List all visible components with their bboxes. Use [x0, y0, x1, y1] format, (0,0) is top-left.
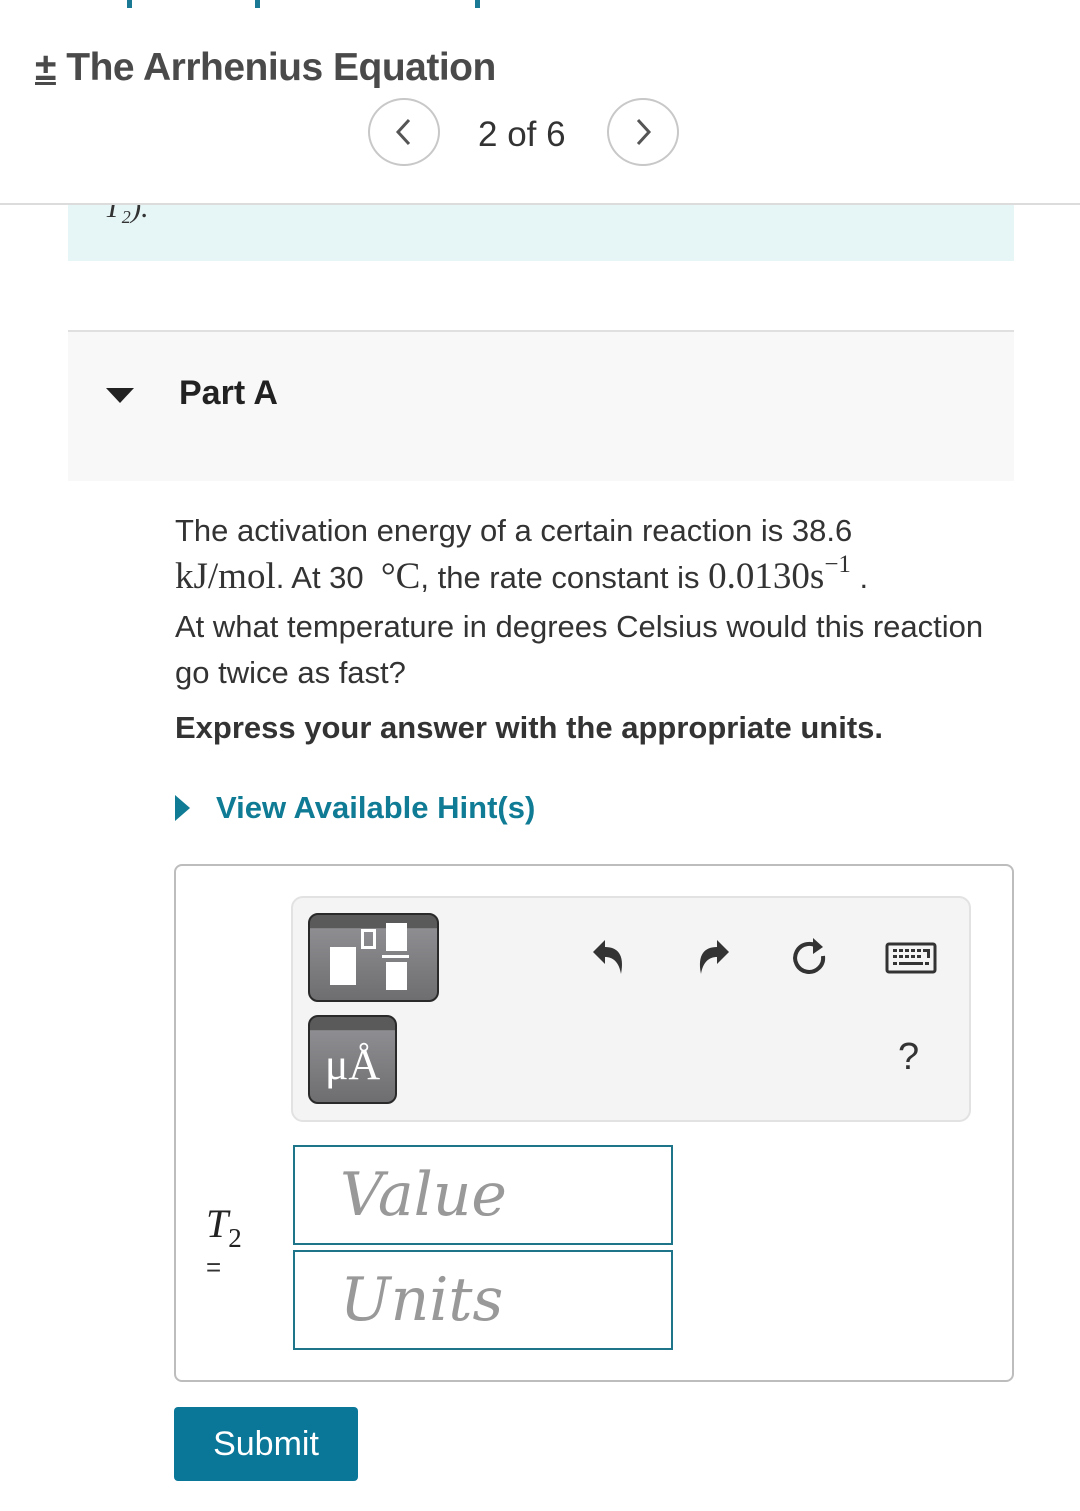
intro-text-fragment: T₂). — [104, 205, 149, 224]
undo-icon — [593, 940, 623, 974]
redo-icon — [699, 940, 729, 974]
value-input[interactable] — [293, 1145, 673, 1245]
question-text: The activation energy of a certain react… — [175, 508, 1005, 696]
keyboard-icon — [885, 942, 937, 974]
question-at-text: . At 30 — [275, 560, 364, 595]
redo-button[interactable] — [691, 936, 733, 978]
rate-exponent: −1 — [824, 551, 851, 578]
answer-variable: T2 — [206, 1200, 242, 1253]
activation-energy-unit: kJ/mol — [175, 556, 276, 597]
reset-icon — [793, 938, 826, 974]
caret-right-icon — [175, 795, 190, 821]
answer-instruction: Express your answer with the appropriate… — [175, 710, 884, 745]
variable-name: T — [206, 1201, 229, 1246]
pagination-count: 2 of 6 — [478, 115, 566, 154]
view-hints-link[interactable]: View Available Hint(s) — [175, 790, 535, 826]
question-line-1: The activation energy of a certain react… — [175, 513, 853, 548]
units-input[interactable] — [293, 1250, 673, 1350]
math-toolbar: μÅ ? — [291, 896, 971, 1122]
help-button[interactable]: ? — [898, 1036, 919, 1079]
units-button[interactable]: μÅ — [308, 1015, 397, 1104]
part-label: Part A — [179, 374, 278, 412]
equals-sign: = — [206, 1252, 222, 1282]
intro-info-band: T₂). — [68, 205, 1014, 261]
templates-button[interactable] — [308, 913, 439, 1002]
units-icon: μÅ — [324, 1040, 381, 1089]
cut-off-text-fragment — [475, 0, 480, 8]
hint-label: View Available Hint(s) — [216, 790, 536, 825]
cut-off-text-fragment — [255, 0, 260, 8]
undo-button[interactable] — [589, 936, 631, 978]
question-line-3: At what temperature in degrees Celsius w… — [175, 609, 984, 690]
reset-button[interactable] — [789, 936, 831, 978]
question-period: . — [859, 560, 869, 595]
submit-button[interactable]: Submit — [174, 1407, 358, 1481]
caret-down-icon — [106, 388, 134, 403]
page-title: ± The Arrhenius Equation — [35, 46, 496, 90]
keyboard-button[interactable] — [885, 936, 937, 978]
cut-off-text-fragment — [127, 0, 132, 8]
variable-subscript: 2 — [228, 1223, 242, 1253]
chevron-left-icon — [395, 118, 411, 146]
part-a-header[interactable]: Part A — [68, 330, 1014, 481]
chevron-right-icon — [636, 118, 652, 146]
rate-constant-value: 0.0130s — [708, 556, 825, 597]
answer-box: μÅ ? T2 = — [174, 864, 1014, 1382]
plus-minus-icon: ± — [35, 46, 56, 89]
page-title-text: The Arrhenius Equation — [66, 46, 496, 89]
celsius-unit: °C — [380, 556, 421, 597]
next-button[interactable] — [607, 98, 679, 166]
previous-button[interactable] — [368, 98, 440, 166]
question-rate-text: , the rate constant is — [420, 560, 700, 595]
